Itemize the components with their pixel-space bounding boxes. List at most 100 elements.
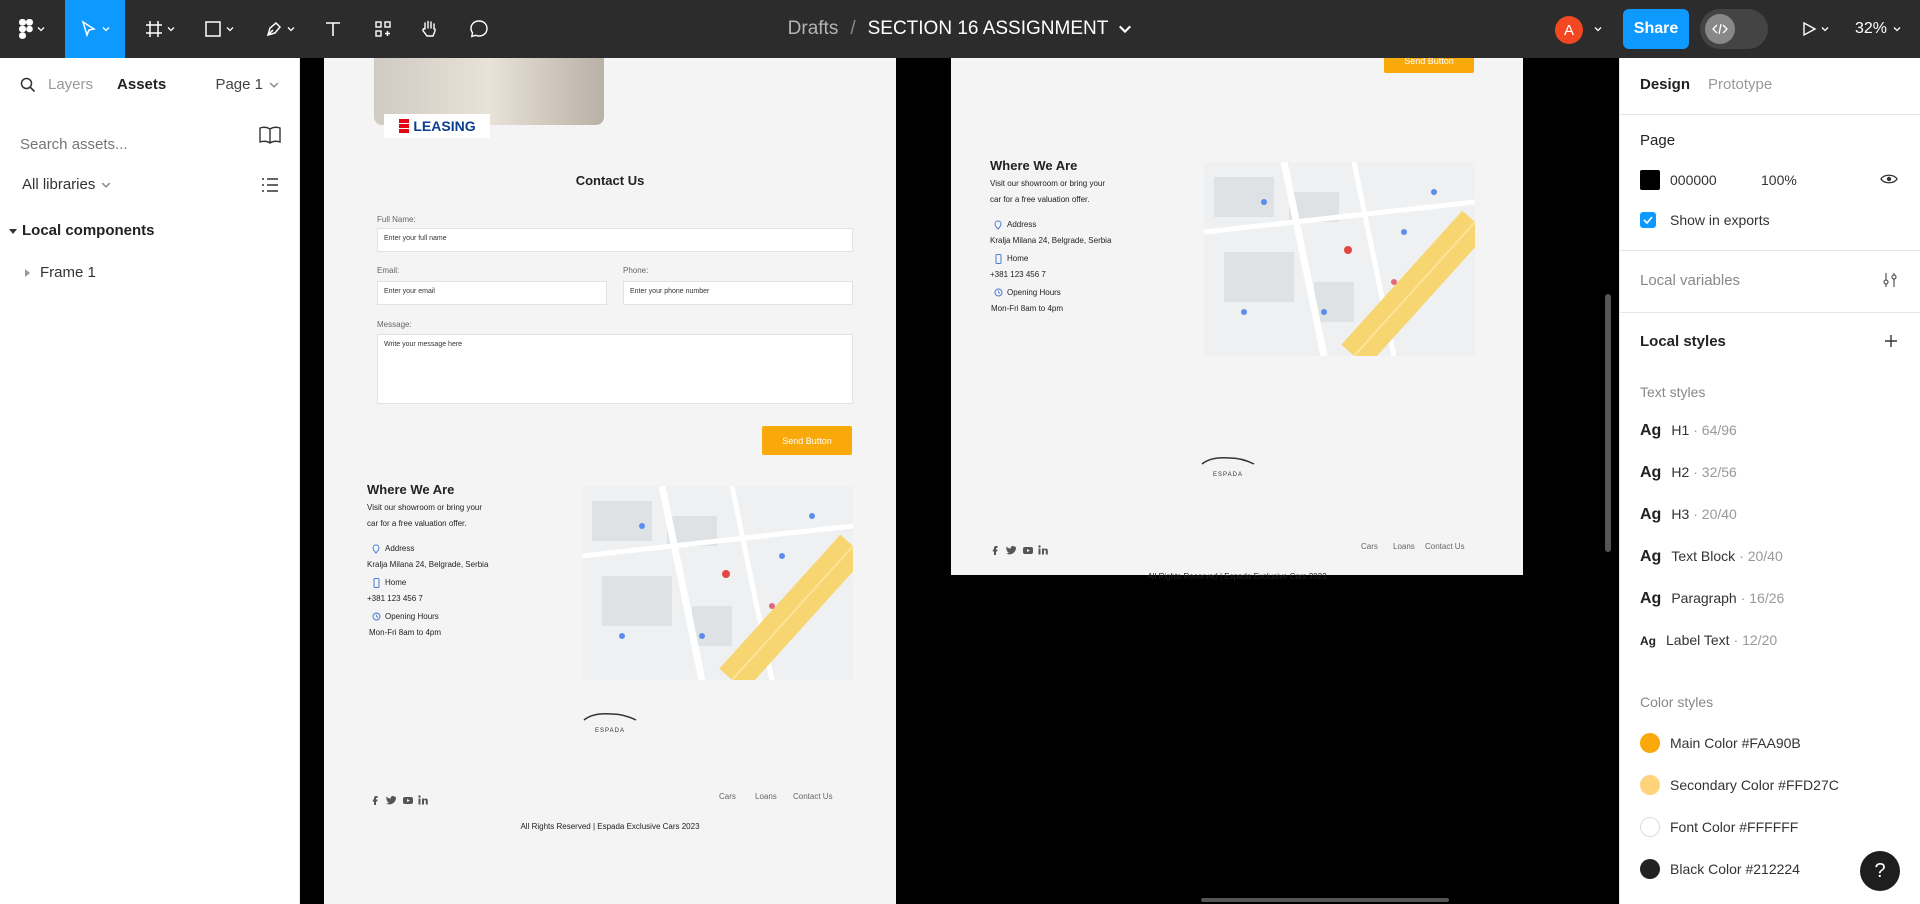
chevron-down-icon[interactable]: [1118, 22, 1132, 36]
full-name-field[interactable]: Enter your full name: [377, 228, 853, 252]
text-style-h3[interactable]: Ag H3 · 20/40: [1640, 506, 1737, 524]
car-logo-icon: [1201, 457, 1255, 465]
share-button[interactable]: Share: [1623, 9, 1689, 49]
youtube-icon[interactable]: [403, 796, 413, 805]
twitter-icon[interactable]: [1006, 545, 1017, 555]
comment-icon: [470, 20, 488, 38]
tab-assets[interactable]: Assets: [117, 76, 166, 93]
design-canvas[interactable]: LEASING Contact Us Full Name: Enter your…: [301, 58, 1619, 904]
chevron-down-icon: [102, 182, 111, 188]
nav-link-contact[interactable]: Contact Us: [1425, 542, 1465, 551]
help-button[interactable]: ?: [1860, 851, 1900, 891]
page-color-swatch[interactable]: [1640, 170, 1660, 190]
text-style-h1[interactable]: Ag H1 · 64/96: [1640, 422, 1737, 440]
divider: [1620, 312, 1920, 313]
zoom-control[interactable]: 32%: [1855, 0, 1901, 58]
plus-icon[interactable]: [1884, 334, 1898, 348]
all-libraries-dropdown[interactable]: All libraries: [22, 176, 111, 193]
tab-prototype[interactable]: Prototype: [1708, 76, 1772, 93]
text-style-meta: · 12/20: [1733, 632, 1778, 648]
user-avatar[interactable]: A: [1555, 16, 1583, 44]
color-swatch: [1640, 817, 1660, 837]
pen-icon: [266, 21, 282, 37]
canvas-horizontal-scrollbar[interactable]: [1201, 898, 1449, 902]
where-title: Where We Are: [367, 482, 455, 497]
text-style-label-text[interactable]: Ag Label Text · 12/20: [1640, 632, 1777, 648]
top-toolbar: Drafts / SECTION 16 ASSIGNMENT A Share 3…: [0, 0, 1920, 58]
breadcrumb-drafts[interactable]: Drafts: [788, 18, 839, 40]
email-field[interactable]: Enter your email: [377, 281, 607, 305]
shape-tool-button[interactable]: [197, 0, 241, 58]
twitter-icon[interactable]: [386, 795, 397, 805]
nav-link-cars[interactable]: Cars: [1361, 542, 1378, 551]
color-style-secondary[interactable]: Secondary Color #FFD27C: [1640, 775, 1839, 795]
text-style-name: Paragraph: [1671, 590, 1737, 606]
list-view-icon[interactable]: [261, 177, 279, 193]
text-style-name: H1: [1671, 422, 1690, 438]
youtube-icon[interactable]: [1023, 546, 1033, 555]
all-libraries-label: All libraries: [22, 176, 96, 193]
show-in-exports-label: Show in exports: [1670, 212, 1770, 228]
chevron-down-icon[interactable]: [1594, 25, 1602, 33]
espada-logo-text: ESPADA: [595, 728, 625, 734]
resources-button[interactable]: [368, 0, 398, 58]
comment-tool-button[interactable]: [464, 0, 494, 58]
page-color-value[interactable]: 000000: [1670, 172, 1717, 188]
show-in-exports-checkbox[interactable]: [1640, 212, 1656, 228]
local-variables-title[interactable]: Local variables: [1640, 272, 1740, 289]
chevron-down-icon: [287, 27, 295, 32]
color-swatch: [1640, 859, 1660, 879]
color-style-font[interactable]: Font Color #FFFFFF: [1640, 817, 1798, 837]
message-field[interactable]: Write your message here: [377, 334, 853, 404]
tab-design[interactable]: Design: [1640, 76, 1690, 93]
nav-link-loans[interactable]: Loans: [1393, 542, 1415, 551]
search-icon[interactable]: [20, 77, 36, 93]
color-style-main[interactable]: Main Color #FAA90B: [1640, 733, 1801, 753]
library-book-icon[interactable]: [259, 126, 281, 144]
text-tool-button[interactable]: [318, 0, 348, 58]
hand-tool-button[interactable]: [414, 0, 444, 58]
local-components-title: Local components: [22, 222, 155, 239]
component-frame-1[interactable]: Frame 1: [22, 264, 96, 281]
hours-label: Opening Hours: [385, 612, 439, 621]
address-value: Kralja Milana 24, Belgrade, Serbia: [367, 560, 489, 569]
send-button[interactable]: Send Button: [1384, 58, 1474, 73]
chevron-down-icon: [226, 27, 234, 32]
nav-link-loans[interactable]: Loans: [755, 792, 777, 801]
linkedin-icon[interactable]: [418, 795, 428, 805]
canvas-scrollbar[interactable]: [1605, 294, 1611, 552]
text-style-text-block[interactable]: Ag Text Block · 20/40: [1640, 548, 1783, 566]
move-tool-button[interactable]: [65, 0, 125, 58]
page-opacity-value[interactable]: 100%: [1761, 172, 1797, 188]
dev-mode-toggle[interactable]: [1700, 9, 1768, 49]
color-style-name: Secondary Color #FFD27C: [1670, 777, 1839, 793]
pen-tool-button[interactable]: [258, 0, 302, 58]
phone-field[interactable]: Enter your phone number: [623, 281, 853, 305]
play-icon: [1803, 21, 1817, 37]
file-name[interactable]: SECTION 16 ASSIGNMENT: [868, 18, 1109, 40]
eye-icon[interactable]: [1880, 172, 1898, 186]
frame-tool-button[interactable]: [138, 0, 182, 58]
local-components-header[interactable]: Local components: [8, 222, 155, 239]
facebook-icon[interactable]: [372, 795, 378, 805]
facebook-icon[interactable]: [992, 545, 998, 555]
search-assets-input[interactable]: [20, 135, 279, 153]
text-style-sample: Ag: [1640, 506, 1662, 523]
variables-settings-icon[interactable]: [1882, 272, 1898, 288]
linkedin-icon[interactable]: [1038, 545, 1048, 555]
main-menu-button[interactable]: [10, 0, 54, 58]
present-button[interactable]: [1795, 0, 1835, 58]
text-style-paragraph[interactable]: Ag Paragraph · 16/26: [1640, 590, 1784, 608]
text-style-sample: Ag: [1640, 590, 1662, 607]
text-style-h2[interactable]: Ag H2 · 32/56: [1640, 464, 1737, 482]
resources-icon: [375, 21, 391, 37]
send-button[interactable]: Send Button: [762, 426, 852, 455]
nav-link-cars[interactable]: Cars: [719, 792, 736, 801]
page-frame-b[interactable]: Send Button Where We Are Visit our showr…: [951, 58, 1523, 581]
page-frame-a[interactable]: LEASING Contact Us Full Name: Enter your…: [324, 58, 896, 904]
nav-link-contact[interactable]: Contact Us: [793, 792, 833, 801]
color-style-black[interactable]: Black Color #212224: [1640, 859, 1800, 879]
chevron-down-icon: [102, 27, 110, 32]
page-selector[interactable]: Page 1: [215, 76, 279, 93]
tab-layers[interactable]: Layers: [48, 76, 93, 93]
